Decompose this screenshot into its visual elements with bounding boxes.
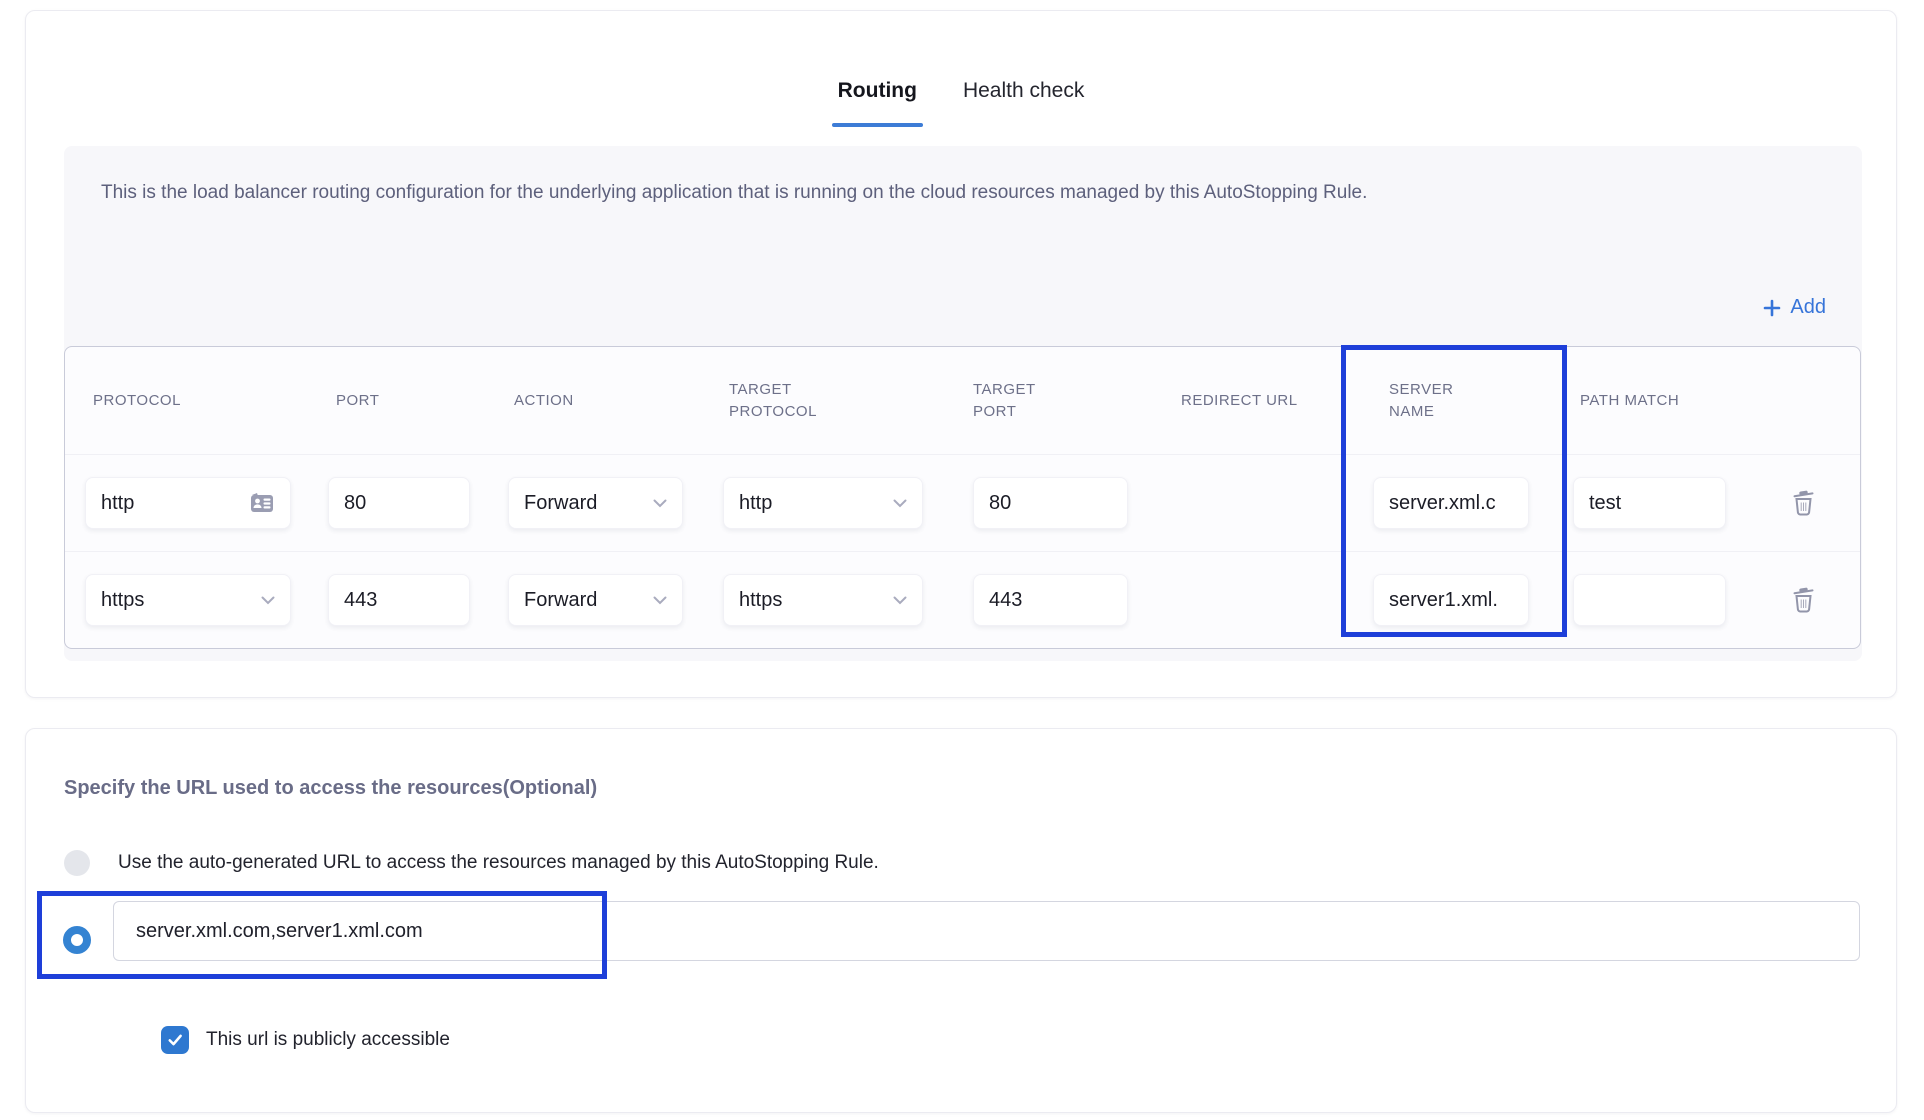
protocol-select[interactable]: https	[85, 574, 291, 626]
add-button-label: Add	[1790, 296, 1826, 319]
auto-url-option: Use the auto-generated URL to access the…	[64, 850, 879, 876]
custom-url-input[interactable]	[113, 901, 1860, 961]
target-protocol-select[interactable]: https	[723, 574, 923, 626]
server-name-input[interactable]	[1373, 574, 1529, 626]
tab-bar: Routing Health check	[26, 11, 1896, 127]
routing-card: Routing Health check This is the load ba…	[25, 10, 1897, 698]
contact-card-icon[interactable]	[249, 492, 275, 514]
plus-icon	[1763, 299, 1781, 317]
table-row-1-port-cell	[312, 455, 492, 552]
table-row-2-path-match-cell	[1562, 552, 1747, 648]
action-select[interactable]: Forward	[508, 574, 683, 626]
path-match-input[interactable]	[1573, 574, 1726, 626]
public-access-option: This url is publicly accessible	[161, 1026, 450, 1054]
tab-health-check[interactable]: Health check	[957, 79, 1090, 127]
public-access-checkbox[interactable]	[161, 1026, 189, 1054]
target-protocol-select[interactable]: http	[723, 477, 923, 529]
port-input[interactable]	[328, 574, 470, 626]
tab-routing[interactable]: Routing	[832, 79, 923, 127]
routing-panel: This is the load balancer routing config…	[64, 146, 1862, 661]
column-header-target-protocol: TARGET PROTOCOL	[707, 347, 957, 455]
action-value: Forward	[524, 492, 597, 515]
check-icon	[166, 1031, 184, 1049]
url-card: Specify the URL used to access the resou…	[25, 728, 1897, 1113]
table-row-1-path-match-cell	[1562, 455, 1747, 552]
table-row-2-port-cell	[312, 552, 492, 648]
column-header-port: PORT	[312, 347, 492, 455]
column-header-protocol: PROTOCOL	[65, 347, 312, 455]
trash-icon	[1790, 488, 1817, 518]
table-row-2-target-protocol-cell: https	[707, 552, 957, 648]
chevron-down-icon	[893, 596, 907, 605]
table-row-2-action-cell: Forward	[492, 552, 707, 648]
chevron-down-icon	[261, 596, 275, 605]
protocol-value: http	[101, 492, 134, 515]
target-protocol-value: http	[739, 492, 772, 515]
action-value: Forward	[524, 589, 597, 612]
table-row-1-server-name-cell	[1349, 455, 1562, 552]
table-row-2-redirect-url-cell	[1152, 552, 1349, 648]
target-protocol-value: https	[739, 589, 782, 612]
server-name-input[interactable]	[1373, 477, 1529, 529]
delete-row-button[interactable]	[1786, 581, 1821, 619]
routing-table: PROTOCOL PORT ACTION TARGET PROTOCOL TAR…	[64, 346, 1861, 649]
table-row-2-protocol-cell: https	[65, 552, 312, 648]
table-row-2-target-port-cell	[957, 552, 1152, 648]
column-header-server-name: SERVER NAME	[1349, 347, 1562, 455]
target-port-input[interactable]	[973, 477, 1128, 529]
table-row-1-target-protocol-cell: http	[707, 455, 957, 552]
table-row-2-server-name-cell	[1349, 552, 1562, 648]
delete-row-button[interactable]	[1786, 484, 1821, 522]
path-match-input[interactable]	[1573, 477, 1726, 529]
port-input[interactable]	[328, 477, 470, 529]
table-row-1-actions-cell	[1747, 455, 1860, 552]
table-row-1-action-cell: Forward	[492, 455, 707, 552]
routing-description: This is the load balancer routing config…	[101, 178, 1367, 207]
action-select[interactable]: Forward	[508, 477, 683, 529]
chevron-down-icon	[653, 499, 667, 508]
protocol-value: https	[101, 589, 144, 612]
add-button[interactable]: Add	[1763, 296, 1826, 319]
column-header-redirect-url: REDIRECT URL	[1152, 347, 1349, 455]
custom-url-radio[interactable]	[63, 926, 91, 954]
chevron-down-icon	[893, 499, 907, 508]
table-row-2-actions-cell	[1747, 552, 1860, 648]
table-row-1-protocol-cell: http	[65, 455, 312, 552]
target-port-input[interactable]	[973, 574, 1128, 626]
column-header-actions	[1747, 347, 1860, 455]
trash-icon	[1790, 585, 1817, 615]
table-row-1-redirect-url-cell	[1152, 455, 1349, 552]
protocol-picker-field[interactable]: http	[85, 477, 291, 529]
url-section-title: Specify the URL used to access the resou…	[64, 777, 597, 800]
auto-url-label: Use the auto-generated URL to access the…	[118, 852, 879, 874]
table-row-1-target-port-cell	[957, 455, 1152, 552]
column-header-path-match: PATH MATCH	[1562, 347, 1747, 455]
auto-url-radio[interactable]	[64, 850, 90, 876]
public-access-label: This url is publicly accessible	[206, 1029, 450, 1051]
column-header-action: ACTION	[492, 347, 707, 455]
column-header-target-port: TARGET PORT	[957, 347, 1152, 455]
chevron-down-icon	[653, 596, 667, 605]
